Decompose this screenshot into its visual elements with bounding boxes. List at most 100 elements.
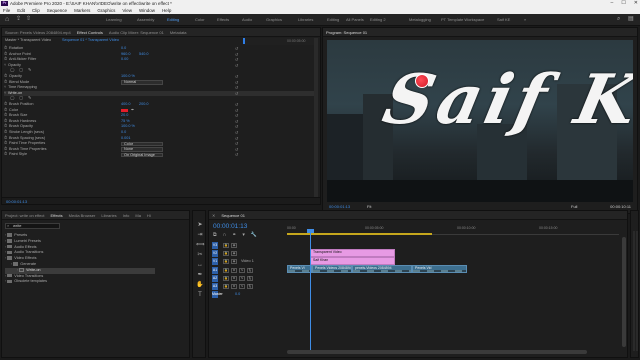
- export-icon[interactable]: ⇧: [26, 16, 33, 23]
- effects-folder[interactable]: › Obsolete templates: [5, 279, 155, 285]
- tab-markers[interactable]: Ma: [135, 211, 141, 219]
- stopwatch-icon[interactable]: ⏱: [4, 152, 7, 158]
- close-button[interactable]: ✕: [634, 0, 638, 6]
- workspace-editing-2[interactable]: Editing: [327, 17, 339, 22]
- workspace-all-panels[interactable]: All Panels: [346, 17, 364, 22]
- pen-tool-icon[interactable]: ✒: [196, 271, 204, 279]
- import-icon[interactable]: ⇪: [16, 16, 23, 23]
- chevron-right-icon[interactable]: ›: [11, 262, 12, 266]
- tab-history[interactable]: Hi: [147, 211, 151, 219]
- timeline-clip[interactable]: Pexels Videos 2084894: [312, 265, 352, 273]
- work-area-bar[interactable]: [287, 233, 432, 235]
- selection-tool-icon[interactable]: ➤: [196, 221, 204, 229]
- menu-help[interactable]: Help: [162, 7, 171, 14]
- tab-audio-clip-mixer[interactable]: Audio Clip Mixer: Sequence 01: [109, 28, 164, 36]
- effect-property-select[interactable]: Normal: [121, 80, 163, 85]
- hand-tool-icon[interactable]: ✋: [196, 281, 204, 289]
- menu-clip[interactable]: Clip: [32, 7, 40, 14]
- mute-button[interactable]: M: [231, 284, 237, 289]
- track-target-toggle[interactable]: Master: [212, 291, 223, 299]
- playback-resolution-select[interactable]: Full: [571, 204, 577, 209]
- effect-property-select[interactable]: None: [121, 147, 163, 152]
- home-icon[interactable]: ⌂: [5, 16, 12, 23]
- tab-source[interactable]: Source: Pexels Videos 2084894.mp4: [5, 28, 71, 36]
- effect-controls-mini-timeline[interactable]: 00:00:05:00: [243, 38, 318, 45]
- program-current-timecode[interactable]: 00:00:01:13: [329, 204, 350, 209]
- workspace-editing-3[interactable]: Editing 2: [370, 17, 386, 22]
- tab-project[interactable]: Project: write on effect: [5, 211, 45, 219]
- slip-tool-icon[interactable]: ↔: [196, 261, 204, 269]
- menu-edit[interactable]: Edit: [17, 7, 25, 14]
- lock-icon[interactable]: 🔒: [223, 275, 229, 281]
- workspace-saif[interactable]: Saif KE: [497, 17, 510, 22]
- track-target-toggle[interactable]: V2: [212, 250, 218, 258]
- chevron-right-icon[interactable]: ›: [5, 245, 6, 249]
- voice-over-icon[interactable]: 🎙: [247, 284, 253, 289]
- lock-icon[interactable]: 🔒: [223, 243, 229, 248]
- workspace-learning[interactable]: Learning: [106, 17, 122, 22]
- chevron-right-icon[interactable]: ›: [5, 250, 6, 254]
- tab-sequence-01[interactable]: Sequence 01: [221, 211, 245, 219]
- timeline-clip[interactable]: Transparent Video: [310, 249, 395, 257]
- workspace-assembly[interactable]: Assembly: [137, 17, 154, 22]
- timeline-clip[interactable]: Pexels Vi: [287, 265, 312, 273]
- workspace-pt-template[interactable]: PT Template Workspace: [441, 17, 484, 22]
- chevron-right-icon[interactable]: ›: [5, 274, 6, 278]
- track-target-toggle[interactable]: A3: [212, 283, 218, 290]
- effect-controls-scrollbar[interactable]: [314, 38, 318, 198]
- timeline-current-timecode[interactable]: 00:00:01:13: [213, 223, 247, 230]
- lock-icon[interactable]: 🔒: [223, 267, 229, 273]
- chevron-right-icon[interactable]: ›: [17, 268, 18, 272]
- tab-effect-controls[interactable]: Effect Controls: [77, 28, 103, 36]
- eye-icon[interactable]: ◉: [231, 251, 237, 257]
- minimize-button[interactable]: –: [611, 0, 614, 6]
- mute-button[interactable]: M: [231, 267, 237, 273]
- zoom-level-select[interactable]: Fit: [367, 204, 371, 209]
- effect-property-select[interactable]: Color: [121, 141, 163, 147]
- timeline-horizontal-scrollbar[interactable]: [287, 350, 587, 354]
- lock-icon[interactable]: 🔒: [223, 251, 229, 257]
- brush-color-swatch[interactable]: [121, 108, 128, 113]
- solo-button[interactable]: S: [239, 275, 245, 281]
- track-header-master[interactable]: Master 0.0: [211, 290, 287, 299]
- tab-info[interactable]: Info: [123, 211, 130, 219]
- linked-selection-icon[interactable]: ⚭: [232, 232, 236, 238]
- effect-controls-current-time[interactable]: 00:00:01:13: [6, 199, 27, 204]
- workspace-effects[interactable]: Effects: [217, 17, 229, 22]
- track-target-toggle[interactable]: V3: [212, 242, 218, 249]
- search-icon[interactable]: ⌕: [617, 16, 624, 23]
- sequence-clip-label[interactable]: Sequence 01 * Transparent Video: [62, 38, 119, 42]
- notifications-icon[interactable]: ▤: [628, 16, 635, 23]
- eye-icon[interactable]: ◉: [231, 259, 237, 265]
- snap-icon[interactable]: ∩: [223, 232, 227, 238]
- voice-over-icon[interactable]: 🎙: [247, 275, 253, 281]
- razor-tool-icon[interactable]: ✂: [196, 251, 204, 259]
- add-marker-icon[interactable]: ▾: [242, 232, 245, 238]
- track-target-toggle[interactable]: A2: [212, 274, 218, 282]
- workspace-color[interactable]: Color: [195, 17, 205, 22]
- timeline-clip[interactable]: pexels-Videos 2084894: [352, 265, 412, 273]
- tab-effects[interactable]: Effects: [51, 211, 63, 219]
- maximize-button[interactable]: ☐: [621, 0, 625, 6]
- menu-sequence[interactable]: Sequence: [47, 7, 67, 14]
- effect-property-select[interactable]: On Original Image: [121, 152, 163, 158]
- workspace-more-icon[interactable]: »: [524, 17, 526, 22]
- workspace-editing[interactable]: Editing: [167, 17, 179, 22]
- effects-search-input[interactable]: ⌕ write: [5, 223, 60, 229]
- workspace-libraries[interactable]: Libraries: [298, 17, 313, 22]
- nest-toggle-icon[interactable]: ⧉: [213, 232, 217, 238]
- tab-program-sequence[interactable]: Program: Sequence 01: [326, 28, 367, 36]
- lock-icon[interactable]: 🔒: [223, 284, 229, 289]
- workspace-audio[interactable]: Audio: [242, 17, 252, 22]
- lock-icon[interactable]: 🔒: [223, 259, 229, 265]
- timeline-vertical-scrollbar[interactable]: [622, 237, 626, 347]
- chevron-right-icon[interactable]: ›: [5, 233, 6, 237]
- master-volume[interactable]: 0.0: [235, 292, 240, 296]
- eye-icon[interactable]: ◉: [231, 243, 237, 248]
- master-clip-label[interactable]: Master * Transparent Video: [5, 38, 51, 42]
- tab-metadata[interactable]: Metadata: [170, 28, 187, 36]
- solo-button[interactable]: S: [239, 284, 245, 289]
- workspace-metalogging[interactable]: Metalogging: [409, 17, 431, 22]
- workspace-graphics[interactable]: Graphics: [266, 17, 282, 22]
- chevron-right-icon[interactable]: ›: [5, 279, 6, 283]
